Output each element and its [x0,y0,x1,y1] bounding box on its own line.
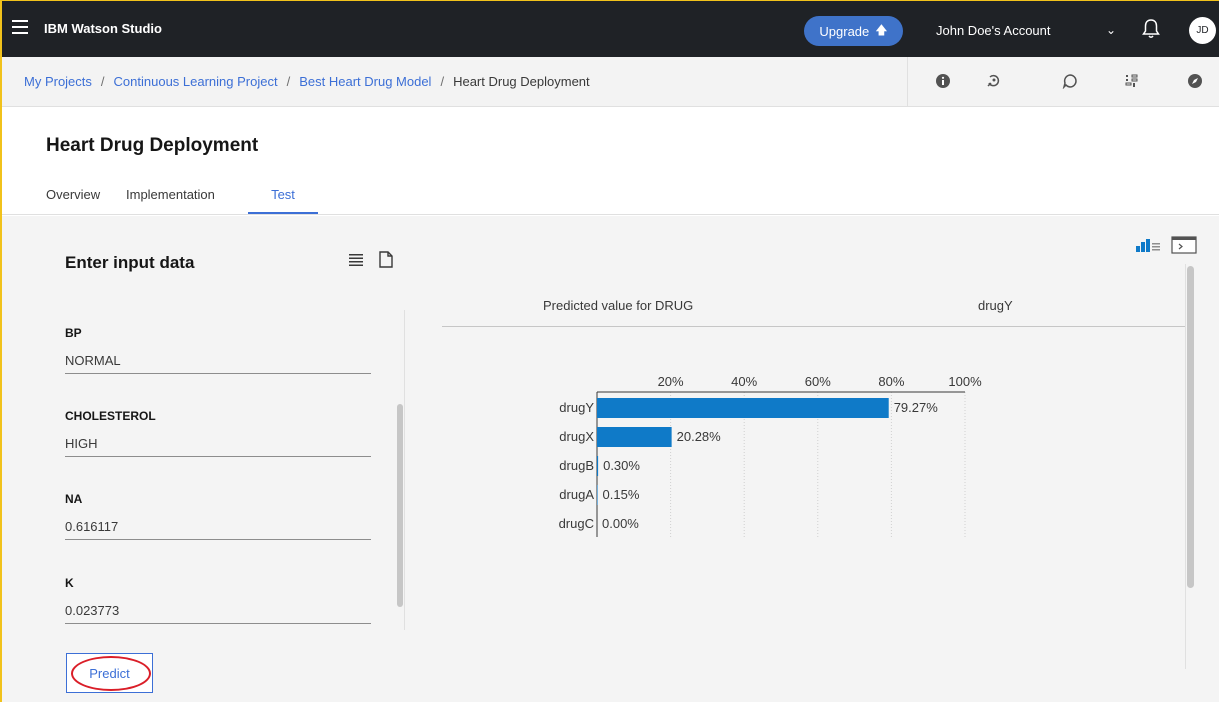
form-scrollbar[interactable] [397,404,403,607]
input-form: BP CHOLESTEROL NA K [65,306,385,626]
page-header: Heart Drug Deployment Overview Implement… [2,107,1219,215]
field-label: K [65,576,74,590]
arrow-up-icon: 🡅 [875,22,888,37]
bar [597,398,889,418]
category-label: drugY [559,400,594,415]
panel-divider [404,310,405,630]
compass-icon[interactable] [1187,73,1203,89]
field-k: K [65,576,371,624]
x-tick-label: 40% [731,374,757,389]
history-icon[interactable] [985,73,1001,89]
category-label: drugC [559,516,594,531]
breadcrumb-my-projects[interactable]: My Projects [24,74,92,89]
chat-icon[interactable] [1062,73,1078,89]
field-label: NA [65,492,83,506]
category-label: drugX [559,429,594,444]
breadcrumb-separator: / [440,74,445,89]
category-label: drugA [559,487,594,502]
bar [597,485,598,505]
predicted-label: Predicted value for DRUG [543,298,694,313]
x-tick-label: 100% [948,374,982,389]
x-tick-label: 60% [805,374,831,389]
scroll-track [1185,264,1186,669]
value-label: 0.30% [603,458,640,473]
value-label: 20.28% [677,429,722,444]
console-icon[interactable] [1171,236,1197,254]
bar [597,456,599,476]
tab-bar: Overview Implementation Test [46,187,318,214]
app-frame: IBM Watson Studio Upgrade 🡅 John Doe's A… [0,0,1219,702]
account-switcher[interactable]: John Doe's Account [936,23,1051,38]
toolbar-icons [907,57,1219,107]
notification-bell-icon[interactable] [1141,18,1161,40]
file-icon[interactable] [379,251,393,268]
predict-button[interactable]: Predict [66,653,153,693]
test-panel: Enter input data BP CHOLESTEROL NA [2,216,1219,702]
breadcrumb-project[interactable]: Continuous Learning Project [114,74,278,89]
results-scrollbar[interactable] [1187,266,1194,588]
field-label: BP [65,326,82,340]
category-label: drugB [559,458,594,473]
hamburger-menu-icon[interactable] [12,20,28,34]
breadcrumb-separator: / [286,74,291,89]
field-cholesterol: CHOLESTEROL [65,409,371,457]
tab-implementation[interactable]: Implementation [126,187,248,214]
page-title: Heart Drug Deployment [46,135,259,156]
brand-title[interactable]: IBM Watson Studio [44,21,162,36]
value-label: 79.27% [894,400,939,415]
chevron-down-icon[interactable]: ⌄ [1106,23,1116,37]
breadcrumb: My Projects / Continuous Learning Projec… [24,74,590,89]
avatar[interactable]: JD [1189,17,1216,44]
input-panel-title: Enter input data [65,253,195,272]
tab-overview[interactable]: Overview [26,187,126,214]
breadcrumb-separator: / [100,74,105,89]
x-tick-label: 80% [878,374,904,389]
bar [597,427,672,447]
tab-test[interactable]: Test [248,187,318,214]
breadcrumb-bar: My Projects / Continuous Learning Projec… [2,57,1219,107]
prediction-result: Predicted value for DRUG drugY [442,298,1186,327]
list-view-icon[interactable] [349,253,363,267]
chart-view-icon[interactable] [1135,238,1161,252]
field-bp: BP [65,326,371,374]
bp-input[interactable] [65,348,371,374]
cholesterol-input[interactable] [65,431,371,457]
x-tick-label: 20% [658,374,684,389]
upgrade-button[interactable]: Upgrade 🡅 [804,16,903,46]
value-label: 0.00% [602,516,639,531]
value-label: 0.15% [603,487,640,502]
upgrade-label: Upgrade [819,23,870,39]
field-na: NA [65,492,371,540]
apps-grid-icon[interactable] [1124,73,1140,89]
top-navigation-bar: IBM Watson Studio Upgrade 🡅 John Doe's A… [2,1,1219,57]
info-icon[interactable] [935,73,951,89]
field-label: CHOLESTEROL [65,409,156,423]
na-input[interactable] [65,514,371,540]
predicted-value: drugY [978,298,1013,313]
breadcrumb-model[interactable]: Best Heart Drug Model [299,74,431,89]
probability-bar-chart: 20% 40% 60% 80% 100% drugY 79.27% drugX 20.28% dr… [559,374,982,537]
k-input[interactable] [65,598,371,624]
breadcrumb-current: Heart Drug Deployment [453,74,590,89]
